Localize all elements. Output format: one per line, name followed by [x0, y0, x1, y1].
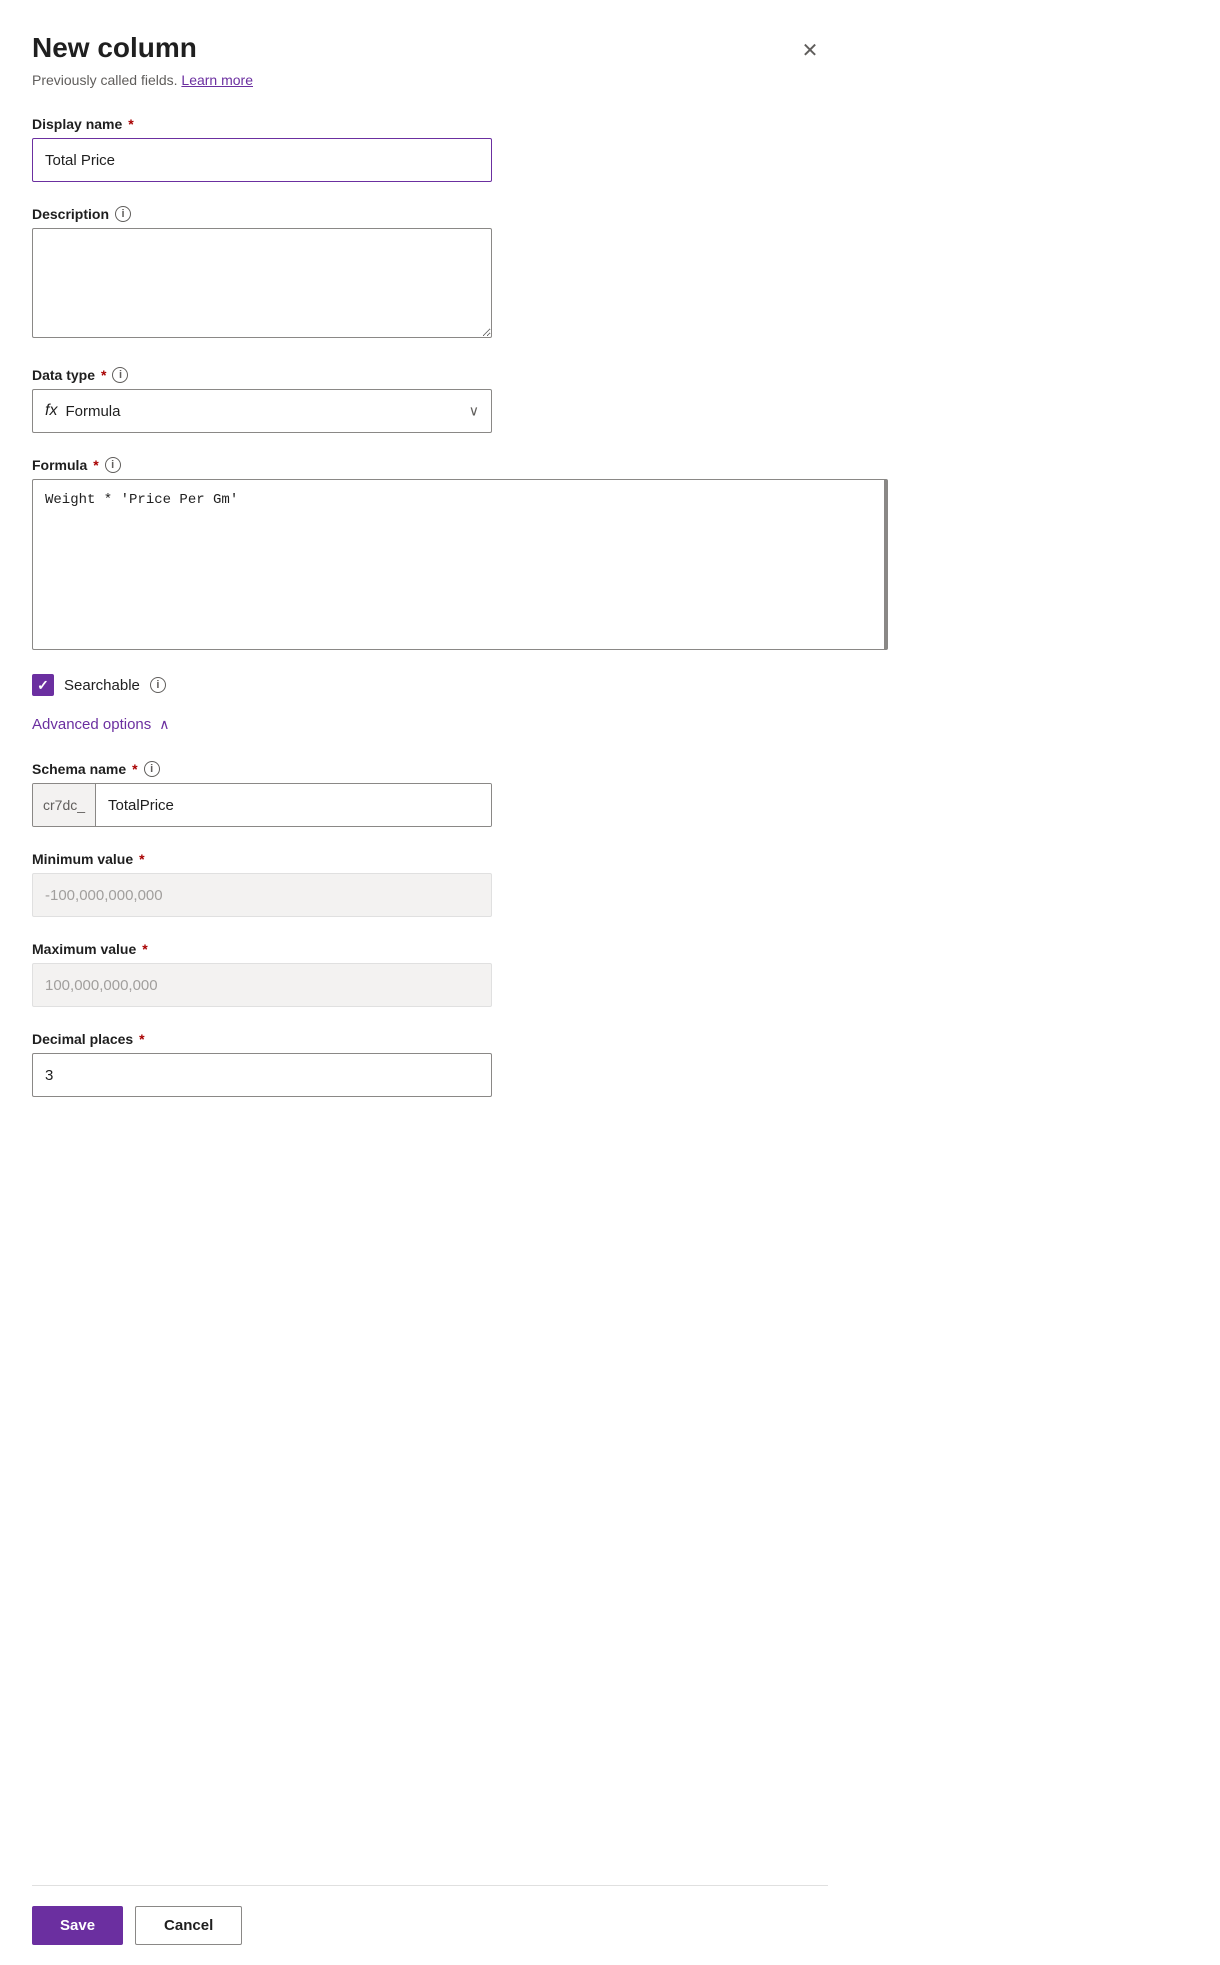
schema-name-label-text: Schema name — [32, 761, 126, 777]
schema-prefix: cr7dc_ — [33, 784, 96, 826]
data-type-info-icon[interactable]: i — [112, 367, 128, 383]
maximum-value-label: Maximum value * — [32, 941, 828, 957]
formula-label: Formula * i — [32, 457, 828, 473]
maximum-value-label-text: Maximum value — [32, 941, 136, 957]
footer: Save Cancel — [32, 1885, 828, 1965]
description-label-text: Description — [32, 206, 109, 222]
chevron-up-icon: ∧ — [159, 716, 169, 733]
panel-title: New column — [32, 32, 197, 64]
fx-icon: fx — [45, 402, 57, 420]
decimal-places-label-text: Decimal places — [32, 1031, 133, 1047]
maximum-value-input: 100,000,000,000 — [32, 963, 492, 1007]
minimum-value-label: Minimum value * — [32, 851, 828, 867]
description-input[interactable] — [32, 228, 492, 338]
minimum-value-input: -100,000,000,000 — [32, 873, 492, 917]
display-name-label-text: Display name — [32, 116, 122, 132]
maximum-value-placeholder: 100,000,000,000 — [45, 977, 158, 994]
minimum-value-required: * — [139, 851, 144, 867]
schema-name-input-wrapper: cr7dc_ — [32, 783, 492, 827]
advanced-options-toggle[interactable]: Advanced options ∧ — [32, 716, 828, 733]
save-button[interactable]: Save — [32, 1906, 123, 1945]
formula-required: * — [93, 457, 98, 473]
subtitle: Previously called fields. Learn more — [32, 72, 828, 88]
new-column-panel: New column ✕ Previously called fields. L… — [0, 0, 860, 1965]
data-type-label: Data type * i — [32, 367, 828, 383]
searchable-group: ✓ Searchable i — [32, 674, 828, 696]
data-type-group: Data type * i fx Formula ∨ — [32, 367, 828, 433]
panel-header: New column ✕ — [32, 32, 828, 68]
chevron-down-icon: ∨ — [469, 403, 479, 420]
decimal-places-input[interactable] — [32, 1053, 492, 1097]
minimum-value-placeholder: -100,000,000,000 — [45, 887, 163, 904]
formula-label-text: Formula — [32, 457, 87, 473]
searchable-checkbox[interactable]: ✓ — [32, 674, 54, 696]
formula-input[interactable] — [45, 492, 872, 632]
display-name-required: * — [128, 116, 133, 132]
schema-name-group: Schema name * i cr7dc_ — [32, 761, 828, 827]
check-icon: ✓ — [37, 677, 49, 694]
formula-container — [32, 479, 888, 650]
data-type-value: Formula — [65, 403, 120, 420]
description-label: Description i — [32, 206, 828, 222]
advanced-options-label: Advanced options — [32, 716, 151, 733]
description-info-icon[interactable]: i — [115, 206, 131, 222]
decimal-places-group: Decimal places * — [32, 1031, 828, 1097]
formula-group: Formula * i — [32, 457, 828, 650]
minimum-value-label-text: Minimum value — [32, 851, 133, 867]
display-name-label: Display name * — [32, 116, 828, 132]
schema-name-info-icon[interactable]: i — [144, 761, 160, 777]
schema-name-required: * — [132, 761, 137, 777]
cancel-button[interactable]: Cancel — [135, 1906, 242, 1945]
data-type-required: * — [101, 367, 106, 383]
description-group: Description i — [32, 206, 828, 343]
display-name-input[interactable] — [32, 138, 492, 182]
minimum-value-group: Minimum value * -100,000,000,000 — [32, 851, 828, 917]
subtitle-text: Previously called fields. — [32, 72, 178, 88]
data-type-label-text: Data type — [32, 367, 95, 383]
schema-name-label: Schema name * i — [32, 761, 828, 777]
schema-name-input[interactable] — [96, 784, 491, 826]
searchable-info-icon[interactable]: i — [150, 677, 166, 693]
searchable-label: Searchable — [64, 677, 140, 694]
display-name-group: Display name * — [32, 116, 828, 182]
data-type-select[interactable]: fx Formula ∨ — [32, 389, 492, 433]
learn-more-link[interactable]: Learn more — [181, 72, 253, 88]
close-button[interactable]: ✕ — [792, 32, 828, 68]
decimal-places-label: Decimal places * — [32, 1031, 828, 1047]
maximum-value-group: Maximum value * 100,000,000,000 — [32, 941, 828, 1007]
formula-info-icon[interactable]: i — [105, 457, 121, 473]
decimal-places-required: * — [139, 1031, 144, 1047]
maximum-value-required: * — [142, 941, 147, 957]
